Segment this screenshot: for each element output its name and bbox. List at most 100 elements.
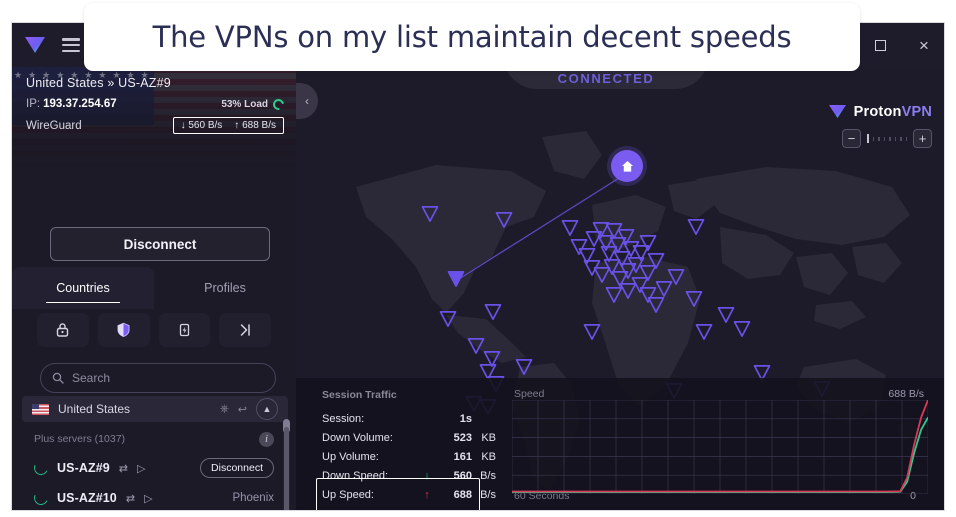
tab-countries-label: Countries	[56, 281, 110, 295]
plus-servers-header: Plus servers (1037) i	[12, 425, 296, 453]
zoom-in-button[interactable]: +	[913, 129, 932, 148]
down-speed-pill: ↓ 560 B/s	[180, 120, 223, 131]
speed-pill: ↓ 560 B/s ↑ 688 B/s	[172, 117, 284, 134]
swap-icon: ⇄	[125, 492, 136, 505]
stat-value: 523	[453, 431, 472, 444]
plus-icon: +	[918, 131, 927, 146]
map-zoom-control[interactable]: − +	[842, 129, 932, 148]
netshield-icon	[117, 322, 130, 338]
tab-profiles[interactable]: Profiles	[154, 267, 296, 309]
port-forwarding-button[interactable]	[219, 313, 271, 347]
server-list-scrollbar[interactable]	[283, 419, 290, 510]
search-placeholder: Search	[72, 371, 111, 385]
proton-logo-icon	[828, 105, 846, 118]
zoom-tick	[878, 136, 880, 141]
kill-switch-icon	[179, 323, 190, 337]
kill-switch-button[interactable]	[158, 313, 211, 347]
connection-protocol-row: WireGuard ↓ 560 B/s ↑ 688 B/s	[26, 117, 284, 134]
session-traffic-title: Session Traffic	[322, 389, 397, 401]
tab-countries[interactable]: Countries	[12, 267, 154, 309]
chevron-left-icon: ‹	[305, 94, 309, 108]
scrollbar-thumb[interactable]	[284, 427, 289, 510]
home-node-marker[interactable]	[611, 150, 643, 182]
country-row-icons: ⎈ ↩ ▲	[220, 398, 278, 420]
zoom-out-button[interactable]: −	[842, 129, 861, 148]
info-icon[interactable]: i	[259, 431, 274, 447]
zoom-tick	[894, 136, 896, 141]
zoom-tick	[905, 136, 907, 141]
stat-label: Down Volume:	[322, 431, 393, 444]
sidebar-tabs: Countries Profiles	[12, 267, 296, 309]
connection-info: United States » US-AZ#9 IP: 193.37.254.6…	[26, 76, 287, 134]
tor-icon: ↩	[237, 403, 247, 416]
session-traffic-panel: Session Traffic Session: 1s Down Volume:…	[296, 378, 944, 510]
country-row-united-states[interactable]: United States ⎈ ↩ ▲	[22, 396, 288, 422]
server-city: Phoenix	[232, 492, 274, 504]
up-speed-pill: ↑ 688 B/s	[234, 120, 276, 131]
maximize-button[interactable]	[858, 23, 902, 67]
table-row[interactable]: US-AZ#9 ⇄ ▷ Disconnect	[12, 453, 296, 483]
zoom-tick	[872, 136, 874, 141]
stat-value: 688	[453, 488, 472, 501]
zoom-tick	[900, 136, 902, 141]
table-row[interactable]: US-AZ#10 ⇄ ▷ Phoenix	[12, 483, 296, 510]
stat-row-up-speed: Up Speed: ↑ 688 B/s	[322, 485, 506, 504]
chevron-up-icon[interactable]: ▲	[256, 398, 278, 420]
stat-label: Up Speed:	[322, 488, 374, 501]
search-input[interactable]: Search	[40, 363, 276, 393]
sidebar: ★★★★★★★★★★★★★★★★★★★★★★★★★★★★★★ United St…	[12, 67, 296, 510]
server-disconnect-button[interactable]: Disconnect	[200, 458, 274, 478]
chart-gridlines	[512, 400, 928, 494]
server-name: US-AZ#10	[57, 491, 117, 505]
stat-unit: KB	[481, 450, 496, 463]
stat-row-down-speed: Down Speed: ↓ 560 B/s	[322, 466, 506, 485]
secure-core-button[interactable]	[37, 313, 89, 347]
window-controls: ×	[858, 23, 944, 67]
brand-proton: Proton	[853, 103, 902, 120]
down-arrow-icon: ↓	[424, 469, 430, 482]
connection-title: United States » US-AZ#9	[26, 76, 171, 90]
proton-logo-icon	[24, 35, 46, 55]
close-button[interactable]: ×	[902, 23, 944, 67]
server-list: Plus servers (1037) i US-AZ#9 ⇄ ▷ Discon…	[12, 425, 296, 510]
plus-servers-label: Plus servers (1037)	[34, 433, 126, 445]
brand-logo: ProtonVPN	[828, 103, 932, 120]
play-icon[interactable]: ▷	[137, 462, 145, 475]
up-arrow-icon: ↑	[424, 488, 430, 501]
p2p-icon: ⎈	[219, 402, 229, 415]
server-name: US-AZ#9	[57, 461, 110, 475]
caption-overlay: The VPNs on my list maintain decent spee…	[84, 3, 860, 71]
caption-text: The VPNs on my list maintain decent spee…	[152, 20, 792, 54]
disconnect-button[interactable]: Disconnect	[50, 227, 270, 261]
zoom-tick	[889, 136, 891, 141]
hamburger-menu-icon[interactable]	[62, 38, 80, 52]
zoom-tick	[883, 136, 885, 141]
search-icon	[52, 372, 64, 384]
netshield-button[interactable]	[97, 313, 150, 347]
stat-value: 1s	[459, 412, 472, 425]
disconnect-button-label: Disconnect	[123, 236, 197, 252]
swap-icon: ⇄	[118, 462, 129, 475]
zoom-slider-track[interactable]	[864, 134, 910, 143]
connection-ip-row: IP: 193.37.254.67 53% Load	[26, 96, 287, 112]
protocol-label: WireGuard	[26, 119, 82, 132]
stat-label: Up Volume:	[322, 450, 379, 463]
stat-unit: B/s	[480, 488, 496, 501]
protonvpn-window: × ★★★★★★★★★★★★★★★★★★★★★★★★★★★★★★ United …	[11, 22, 945, 511]
connection-header: ★★★★★★★★★★★★★★★★★★★★★★★★★★★★★★ United St…	[12, 67, 296, 173]
chart-y-max-label: 688 B/s	[888, 388, 924, 400]
stat-unit: B/s	[480, 469, 496, 482]
server-load-indicator: 53% Load	[221, 96, 287, 112]
zoom-slider-handle[interactable]	[867, 134, 869, 143]
ip-value: 193.37.254.67	[43, 98, 117, 110]
stat-value: 161	[453, 450, 472, 463]
ip-label: IP:	[26, 98, 41, 110]
server-load-ring-icon	[32, 489, 50, 507]
chart-title: Speed	[514, 388, 545, 400]
secure-core-icon	[57, 323, 69, 337]
stat-unit: KB	[481, 431, 496, 444]
session-traffic-stats: Session: 1s Down Volume: 523 KB Up Volum…	[322, 409, 506, 504]
play-icon[interactable]: ▷	[144, 492, 152, 505]
close-icon: ×	[919, 35, 929, 55]
stat-row-up-volume: Up Volume: 161 KB	[322, 447, 506, 466]
